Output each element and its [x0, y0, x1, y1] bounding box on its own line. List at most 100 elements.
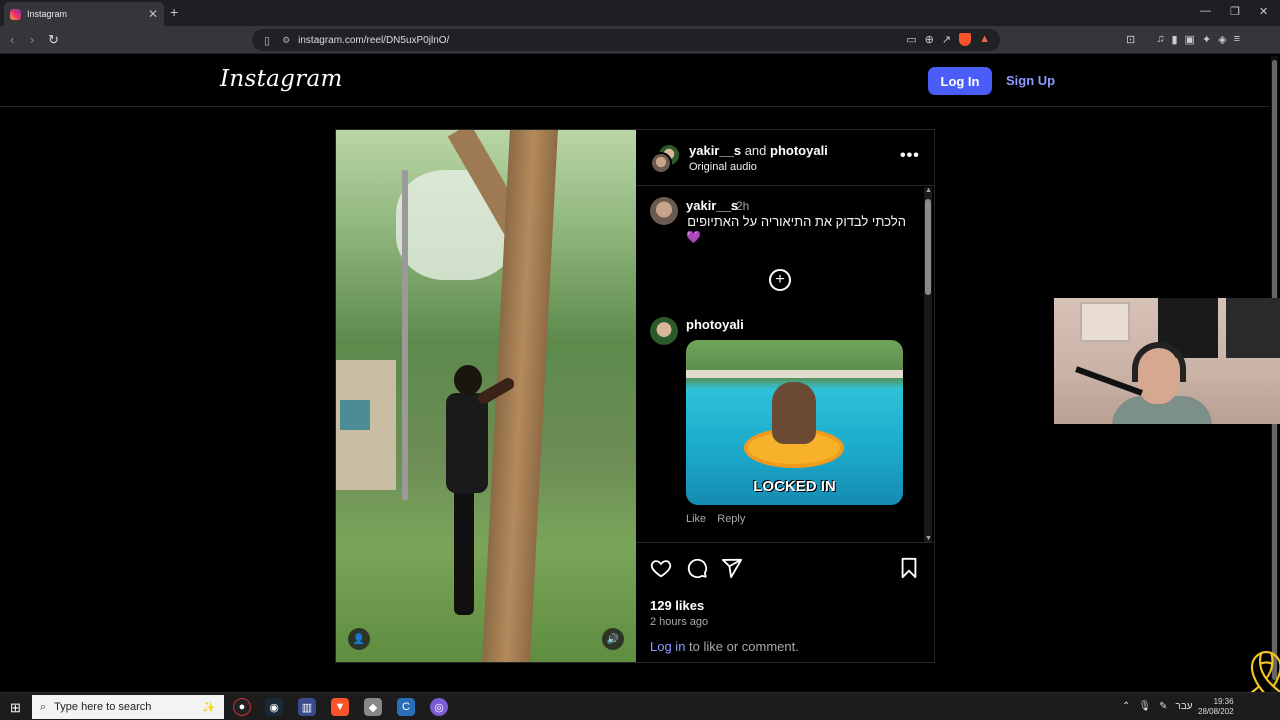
comments-scrollbar[interactable]: ▲ ▼: [924, 187, 932, 542]
login-prompt-link[interactable]: Log in: [650, 639, 685, 654]
login-prompt: Log in to like or comment.: [650, 639, 799, 654]
comment-time: 2h: [736, 199, 750, 213]
browser-toolbar: ‹ › ↻ ▯ ⚙ instagram.com/reel/DN5uxP0jlnO…: [0, 26, 1280, 54]
tray-overflow-icon[interactable]: ⌃: [1122, 701, 1130, 712]
video-pole: [402, 170, 408, 500]
share-icon[interactable]: ↗: [942, 33, 951, 46]
load-more-comments-icon[interactable]: +: [769, 269, 791, 291]
scroll-up-icon[interactable]: ▲: [925, 187, 932, 194]
microphone-icon[interactable]: 🎙: [1138, 701, 1151, 712]
clock-time: 19:36: [1213, 697, 1234, 706]
share-send-icon[interactable]: [721, 557, 743, 579]
brave-icon[interactable]: ▼: [331, 698, 349, 716]
brave-shield-icon[interactable]: [959, 33, 972, 46]
search-highlight-icon: ✨: [202, 701, 216, 714]
app-shield-icon[interactable]: ◆: [364, 698, 382, 716]
menu-icon[interactable]: ≡: [1234, 33, 1240, 46]
avatar[interactable]: [650, 197, 678, 225]
zoom-icon[interactable]: ⊕: [925, 33, 934, 46]
scroll-down-icon[interactable]: ▼: [925, 535, 932, 542]
obs-icon[interactable]: ●: [233, 698, 251, 716]
browser-tab[interactable]: Instagram ✕: [4, 2, 164, 26]
pen-icon[interactable]: ✎: [1159, 701, 1167, 712]
collab-avatars[interactable]: [650, 144, 680, 174]
app-icon[interactable]: ▥: [298, 698, 316, 716]
comment-username[interactable]: photoyali: [686, 317, 744, 332]
comment-text: הלכתי לבדוק את התיאוריה על האתיופים: [687, 214, 906, 229]
leo-icon[interactable]: ✦: [1202, 33, 1211, 46]
like-heart-icon[interactable]: [650, 557, 672, 579]
url-text[interactable]: instagram.com/reel/DN5uxP0jlnO/: [298, 35, 449, 46]
avatar: [650, 152, 672, 174]
signup-link[interactable]: Sign Up: [1006, 73, 1055, 88]
purple-heart-emoji: 💜: [686, 230, 701, 244]
wallet-icon[interactable]: ▣: [1185, 33, 1195, 46]
audio-link[interactable]: Original audio: [689, 161, 757, 173]
taskbar-clock[interactable]: 19:36 28/08/202: [1198, 697, 1234, 717]
post-header: yakir__s and photoyali Original audio ••…: [636, 130, 934, 186]
comment-reply-button[interactable]: Reply: [717, 513, 745, 525]
instagram-logo[interactable]: Instagram: [220, 66, 343, 92]
browser-right-tools: ⊡ ♫ ▮ ▣ ✦ ◈ ≡: [1126, 33, 1240, 46]
forward-icon[interactable]: ›: [30, 32, 34, 47]
app-chat-icon[interactable]: ◎: [430, 698, 448, 716]
bookmark-icon[interactable]: ▯: [264, 34, 270, 47]
cast-icon[interactable]: ▭: [906, 33, 916, 46]
more-options-icon[interactable]: •••: [900, 147, 920, 165]
language-indicator[interactable]: עבר: [1175, 701, 1192, 712]
tagged-user-icon[interactable]: 👤: [348, 628, 370, 650]
tab-title: Instagram: [27, 9, 68, 19]
steam-icon[interactable]: ◉: [265, 698, 283, 716]
sidebar-icon[interactable]: ▮: [1171, 33, 1177, 46]
taskbar-search[interactable]: ⌕ Type here to search ✨: [32, 695, 224, 719]
system-tray: ⌃ 🎙 ✎ עבר: [1122, 701, 1193, 712]
comment-actions: Like Reply: [686, 513, 753, 525]
comments-list: yakir__s 2h הלכתי לבדוק את התיאוריה על ה…: [636, 187, 934, 542]
url-actions: ▭ ⊕ ↗ ▲: [906, 33, 990, 46]
reload-icon[interactable]: ↻: [48, 32, 59, 48]
windows-start-icon[interactable]: ⊞: [10, 700, 21, 716]
video-building: [336, 360, 396, 490]
back-icon[interactable]: ‹: [10, 32, 14, 47]
clock-date: 28/08/202: [1198, 707, 1234, 716]
likes-count[interactable]: 129 likes: [650, 598, 704, 613]
search-icon: ⌕: [40, 700, 47, 713]
avatar[interactable]: [650, 317, 678, 345]
comment-like-button[interactable]: Like: [686, 513, 706, 525]
browser-tabbar: Instagram ✕ + — ❐ ✕: [0, 0, 1280, 26]
gif-caption: LOCKED IN: [753, 478, 836, 495]
brave-rewards-icon[interactable]: ▲: [979, 33, 990, 46]
sound-icon[interactable]: 🔊: [602, 628, 624, 650]
instagram-favicon-icon: [10, 8, 21, 20]
app-c-icon[interactable]: C: [397, 698, 415, 716]
windows-taskbar: ⊞ ⌕ Type here to search ✨ ● ◉ ▥ ▼ ◆ C ◎ …: [0, 692, 1280, 720]
post-actions: 129 likes 2 hours ago Log in to like or …: [636, 542, 934, 662]
webcam-overlay: [1054, 298, 1280, 424]
restore-icon[interactable]: ❐: [1230, 5, 1240, 18]
site-info-icon[interactable]: ⚙: [282, 35, 290, 46]
post-time: 2 hours ago: [650, 616, 709, 628]
reel-video[interactable]: 👤 🔊: [336, 130, 636, 662]
login-prompt-text: to like or comment.: [685, 639, 799, 654]
comment-username[interactable]: yakir__s: [686, 198, 738, 213]
url-bar[interactable]: ▯ ⚙ instagram.com/reel/DN5uxP0jlnO/ ▭ ⊕ …: [252, 29, 1000, 51]
post-sidebar: yakir__s and photoyali Original audio ••…: [636, 130, 934, 662]
author-link[interactable]: photoyali: [770, 143, 828, 158]
reel-post: 👤 🔊 yakir__s and photoyali Original audi…: [335, 129, 935, 663]
search-placeholder: Type here to search: [54, 701, 152, 713]
save-bookmark-icon[interactable]: [898, 557, 920, 579]
login-button[interactable]: Log In: [928, 67, 992, 95]
author-conjunction: and: [744, 143, 767, 158]
vpn-icon[interactable]: ◈: [1218, 33, 1226, 46]
tab-close-icon[interactable]: ✕: [148, 7, 158, 21]
comment-gif: LOCKED IN: [686, 340, 903, 505]
author-link[interactable]: yakir__s: [689, 143, 741, 158]
media-icon[interactable]: ♫: [1156, 33, 1164, 46]
new-tab-button[interactable]: +: [170, 4, 178, 20]
close-window-icon[interactable]: ✕: [1259, 5, 1268, 18]
comments-scrollbar-thumb[interactable]: [925, 199, 931, 295]
video-person: [446, 365, 517, 645]
screenshot-icon[interactable]: ⊡: [1126, 33, 1135, 46]
minimize-icon[interactable]: —: [1200, 5, 1211, 17]
comment-icon[interactable]: [686, 557, 708, 579]
